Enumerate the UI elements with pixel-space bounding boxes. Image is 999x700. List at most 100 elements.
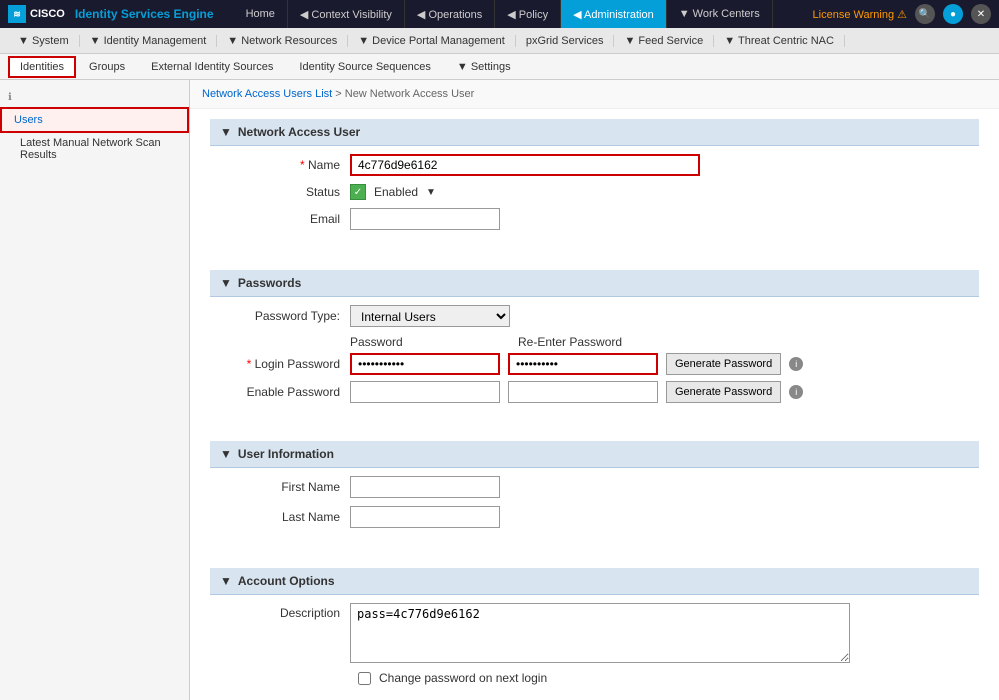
login-password-label: Login Password	[220, 357, 350, 371]
passwords-section-header[interactable]: ▼ Passwords	[210, 270, 979, 297]
enable-pw-info-icon: i	[789, 385, 803, 399]
account-options-section: ▼ Account Options Description pass=4c776…	[190, 558, 999, 700]
top-nav-menu: Home ◀ Context Visibility ◀ Operations ◀…	[234, 0, 773, 28]
status-row: Status ✓ Enabled ▼	[210, 184, 979, 200]
change-password-checkbox[interactable]	[358, 672, 371, 685]
nav-threat-centric[interactable]: ▼ Threat Centric NAC	[714, 35, 845, 47]
last-name-input[interactable]	[350, 506, 500, 528]
network-access-user-section: ▼ Network Access User Name Status ✓ Enab…	[190, 109, 999, 248]
nav-operations[interactable]: ◀ Operations	[405, 0, 495, 28]
breadcrumb-separator: >	[335, 88, 344, 100]
cisco-label: CISCO	[30, 8, 65, 20]
login-password-inputs: Generate Password i	[350, 353, 803, 375]
email-row: Email	[210, 208, 979, 230]
tab-external-identity[interactable]: External Identity Sources	[138, 54, 286, 79]
user-info-title: User Information	[238, 447, 334, 461]
breadcrumb-current: New Network Access User	[345, 88, 475, 100]
name-input[interactable]	[350, 154, 700, 176]
pw-col-header-reenter: Re-Enter Password	[518, 335, 678, 349]
description-row: Description pass=4c776d9e6162	[210, 603, 979, 663]
password-type-label: Password Type:	[220, 309, 350, 323]
ise-title: Identity Services Engine	[75, 7, 214, 21]
tab-groups[interactable]: Groups	[76, 54, 138, 79]
cisco-icon: ≋	[8, 5, 26, 23]
pw-col-header-password: Password	[350, 335, 510, 349]
sidebar-users-label: Users	[14, 114, 43, 126]
main-layout: ℹ Users Latest Manual Network Scan Resul…	[0, 80, 999, 700]
status-dropdown-arrow[interactable]: ▼	[426, 187, 436, 198]
nav-pxgrid[interactable]: pxGrid Services	[516, 35, 615, 47]
enable-password-row: Enable Password Generate Password i	[210, 381, 979, 403]
login-generate-button[interactable]: Generate Password	[666, 353, 781, 375]
network-section-arrow: ▼	[220, 125, 232, 139]
breadcrumb-link[interactable]: Network Access Users List	[202, 88, 332, 100]
top-bar-right: License Warning ⚠ 🔍 ● ✕	[813, 4, 991, 24]
tab-identities[interactable]: Identities	[8, 56, 76, 78]
license-warning[interactable]: License Warning ⚠	[813, 8, 907, 21]
first-name-label: First Name	[220, 480, 350, 494]
status-checkbox[interactable]: ✓	[350, 184, 366, 200]
password-type-select[interactable]: Internal Users	[350, 305, 510, 327]
top-nav-bar: ≋ CISCO Identity Services Engine Home ◀ …	[0, 0, 999, 28]
content-area: Network Access Users List > New Network …	[190, 80, 999, 700]
enable-password-inputs: Generate Password i	[350, 381, 803, 403]
nav-identity-mgmt[interactable]: ▼ Identity Management	[80, 35, 218, 47]
login-reenter-input[interactable]	[508, 353, 658, 375]
user-info-arrow: ▼	[220, 447, 232, 461]
account-options-header[interactable]: ▼ Account Options	[210, 568, 979, 595]
name-row: Name	[210, 154, 979, 176]
nav-home[interactable]: Home	[234, 0, 288, 28]
search-icon-btn[interactable]: 🔍	[915, 4, 935, 24]
nav-system[interactable]: ▼ System	[8, 35, 80, 47]
change-password-label: Change password on next login	[379, 671, 547, 685]
license-warn-text: License Warning ⚠	[813, 8, 907, 21]
breadcrumb: Network Access Users List > New Network …	[190, 80, 999, 109]
sidebar-scan-label: Latest Manual Network Scan Results	[20, 137, 161, 161]
login-pw-info-icon: i	[789, 357, 803, 371]
tab-bar: Identities Groups External Identity Sour…	[0, 54, 999, 80]
network-section-header[interactable]: ▼ Network Access User	[210, 119, 979, 146]
second-nav-bar: ▼ System ▼ Identity Management ▼ Network…	[0, 28, 999, 54]
pw-col-headers: Password Re-Enter Password	[210, 335, 979, 349]
change-password-row: Change password on next login	[210, 671, 979, 685]
login-password-input[interactable]	[350, 353, 500, 375]
last-name-label: Last Name	[220, 510, 350, 524]
nav-network-resources[interactable]: ▼ Network Resources	[217, 35, 348, 47]
enable-reenter-input[interactable]	[508, 381, 658, 403]
enable-generate-button[interactable]: Generate Password	[666, 381, 781, 403]
tab-settings[interactable]: ▼ Settings	[444, 54, 524, 79]
status-label: Status	[220, 185, 350, 199]
nav-administration[interactable]: ◀ Administration	[561, 0, 667, 28]
first-name-input[interactable]	[350, 476, 500, 498]
password-type-row: Password Type: Internal Users	[210, 305, 979, 327]
nav-device-portal[interactable]: ▼ Device Portal Management	[348, 35, 516, 47]
account-options-arrow: ▼	[220, 574, 232, 588]
user-info-section-header[interactable]: ▼ User Information	[210, 441, 979, 468]
sidebar-latest-scan[interactable]: Latest Manual Network Scan Results	[0, 133, 189, 165]
close-icon-btn[interactable]: ✕	[971, 4, 991, 24]
nav-feed-service[interactable]: ▼ Feed Service	[614, 35, 714, 47]
top-icons-group: 🔍 ● ✕	[915, 4, 991, 24]
name-label: Name	[220, 158, 350, 172]
status-value: Enabled	[374, 185, 418, 199]
network-section-title: Network Access User	[238, 125, 360, 139]
description-input[interactable]: pass=4c776d9e6162	[350, 603, 850, 663]
nav-work-centers[interactable]: ▼ Work Centers	[667, 0, 773, 28]
nav-context[interactable]: ◀ Context Visibility	[288, 0, 405, 28]
cisco-logo: ≋ CISCO	[8, 5, 65, 23]
nav-policy[interactable]: ◀ Policy	[495, 0, 561, 28]
passwords-section: ▼ Passwords Password Type: Internal User…	[190, 260, 999, 419]
sidebar: ℹ Users Latest Manual Network Scan Resul…	[0, 80, 190, 700]
enable-password-label: Enable Password	[220, 385, 350, 399]
email-input[interactable]	[350, 208, 500, 230]
account-options-title: Account Options	[238, 574, 335, 588]
status-control: ✓ Enabled ▼	[350, 184, 436, 200]
email-label: Email	[220, 212, 350, 226]
login-password-row: Login Password Generate Password i	[210, 353, 979, 375]
first-name-row: First Name	[210, 476, 979, 498]
sidebar-item-users[interactable]: Users	[0, 107, 189, 133]
tab-identity-source[interactable]: Identity Source Sequences	[286, 54, 443, 79]
settings-icon-btn[interactable]: ●	[943, 4, 963, 24]
passwords-section-arrow: ▼	[220, 276, 232, 290]
enable-password-input[interactable]	[350, 381, 500, 403]
